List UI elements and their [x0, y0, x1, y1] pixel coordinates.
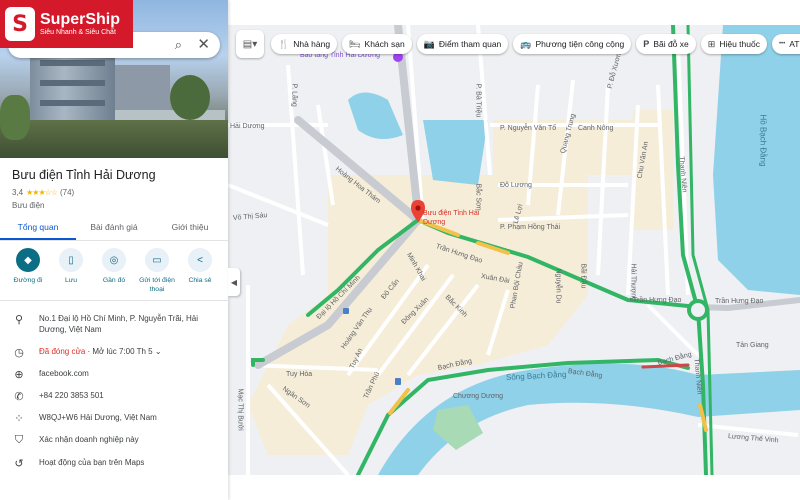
- phone-row[interactable]: ✆ +84 220 3853 501: [0, 390, 228, 404]
- road-label: Trần Hưng Đạo: [633, 297, 682, 304]
- map-canvas[interactable]: Bảo tàng Tỉnh Hải Dương Bưu điện Tỉnh Hả…: [228, 25, 800, 475]
- bed-icon: 🛏: [349, 38, 361, 49]
- road-label: Hải Dương: [230, 123, 265, 130]
- road-label: Bãi Đậu: [579, 263, 587, 289]
- history-icon: ↺: [14, 458, 24, 470]
- address-text: No.1 Đại lộ Hồ Chí Minh, P. Nguyễn Trãi,…: [39, 314, 199, 334]
- star-rating-icon: ★★★☆☆: [26, 188, 58, 197]
- tab-overview[interactable]: Tổng quan: [0, 216, 76, 240]
- road-label: Tản Giang: [736, 342, 769, 349]
- bus-icon: 🚌: [520, 38, 532, 49]
- website-text: facebook.com: [39, 369, 89, 378]
- hours-status: Đã đóng cửa: [39, 347, 86, 356]
- road-label: Hải Thượng: [629, 263, 637, 302]
- road-label: Mạc Thị Bưởi: [236, 388, 244, 431]
- lake-small: [348, 92, 403, 139]
- share-button[interactable]: < Chia sẻ: [180, 248, 220, 294]
- verified-shield-icon: ⛉: [14, 434, 24, 446]
- tab-about[interactable]: Giới thiệu: [152, 216, 228, 240]
- road-label: P. Bà Triệu: [474, 83, 482, 118]
- tab-reviews[interactable]: Bài đánh giá: [76, 216, 152, 240]
- chevron-left-icon: ◀: [230, 277, 238, 287]
- place-panel: ⌕ ✕ Bưu điện Tỉnh Hải Dương 3,4 ★★★☆☆ (7…: [0, 0, 228, 500]
- plus-code-text: W8QJ+W6 Hải Dương, Việt Nam: [39, 413, 157, 422]
- chip-atm[interactable]: •••ATM: [771, 34, 800, 54]
- location-pin-icon: ⚲: [14, 314, 24, 326]
- chip-restaurants[interactable]: 🍴 Nhà hàng: [271, 34, 338, 54]
- chip-attractions[interactable]: 📷 Điểm tham quan: [416, 34, 509, 54]
- rating-row[interactable]: 3,4 ★★★☆☆ (74): [12, 188, 74, 197]
- place-tabs: Tổng quan Bài đánh giá Giới thiệu: [0, 216, 228, 241]
- plus-code-icon: ⁘: [14, 413, 24, 425]
- close-icon[interactable]: ✕: [197, 35, 210, 53]
- address-row[interactable]: ⚲ No.1 Đại lộ Hồ Chí Minh, P. Nguyễn Trã…: [0, 313, 228, 337]
- supership-logo: S SuperShip Siêu Nhanh & Siêu Chất: [0, 0, 133, 48]
- nearby-icon: ◎: [102, 248, 126, 272]
- road-label: Đô Lương: [500, 182, 532, 189]
- nearby-button[interactable]: ◎ Gần đó: [94, 248, 134, 294]
- parking-icon: P: [643, 39, 650, 49]
- phone-text: +84 220 3853 501: [39, 391, 104, 400]
- info-list: ⚲ No.1 Đại lộ Hồ Chí Minh, P. Nguyễn Trã…: [0, 300, 228, 470]
- claim-text: Xác nhận doanh nghiệp này: [39, 435, 139, 444]
- layers-icon: ▤▾: [242, 38, 258, 50]
- lake-center: [423, 120, 488, 185]
- share-icon: <: [188, 248, 212, 272]
- road-label: Chương Dương: [453, 393, 504, 400]
- rating-value: 3,4: [12, 188, 24, 197]
- bookmark-icon: ▯: [59, 248, 83, 272]
- clock-icon: ◷: [14, 347, 24, 359]
- lake-label: Hồ Bạch Đằng: [758, 114, 768, 167]
- road-label: Tuy Hòa: [286, 371, 313, 378]
- website-row[interactable]: ⊕ facebook.com: [0, 368, 228, 382]
- map-graphics: [228, 25, 800, 475]
- send-to-phone-button[interactable]: ▭ Gửi tới điện thoại: [137, 248, 177, 294]
- road-label: Nguyễn Du: [554, 268, 562, 304]
- layers-button[interactable]: ▤▾: [236, 30, 264, 58]
- activity-row[interactable]: ↺ Hoạt động của bạn trên Maps: [0, 457, 228, 471]
- camera-icon: 📷: [423, 38, 435, 49]
- chip-parking[interactable]: P Bãi đỗ xe: [636, 34, 696, 54]
- activity-text: Hoạt động của bạn trên Maps: [39, 458, 145, 467]
- plus-code-row[interactable]: ⁘ W8QJ+W6 Hải Dương, Việt Nam: [0, 412, 228, 426]
- place-category[interactable]: Bưu điện: [12, 201, 45, 210]
- chevron-down-icon: ⌄: [154, 347, 162, 356]
- lake-bach-dang: [713, 25, 800, 295]
- pin-label[interactable]: Bưu điện Tỉnh Hải Dương: [423, 209, 483, 227]
- road-label: Trần Hưng Đạo: [715, 298, 764, 305]
- fork-knife-icon: 🍴: [278, 38, 290, 49]
- road-label: Canh Nông: [578, 125, 614, 132]
- road-label: P. Lãng: [290, 83, 298, 107]
- claim-business-row[interactable]: ⛉ Xác nhận doanh nghiệp này: [0, 434, 228, 448]
- phone-call-icon: ✆: [14, 391, 24, 403]
- road-label: P. Phạm Hồng Thái: [500, 224, 561, 231]
- category-chips: ▤▾ 🍴 Nhà hàng 🛏 Khách sạn 📷 Điểm tham quan …: [236, 29, 800, 59]
- chip-hotels[interactable]: 🛏 Khách sạn: [342, 34, 412, 54]
- chip-pharmacy[interactable]: ⊞ Hiệu thuốc: [700, 34, 767, 54]
- globe-icon: ⊕: [14, 369, 24, 381]
- brand-name: SuperShip: [40, 10, 121, 28]
- action-bar: ◆ Đường đi ▯ Lưu ◎ Gần đó ▭ Gửi tới điện…: [8, 248, 220, 294]
- directions-button[interactable]: ◆ Đường đi: [8, 248, 48, 294]
- directions-icon: ◆: [16, 248, 40, 272]
- chip-transit[interactable]: 🚌 Phương tiện công cộng: [513, 34, 632, 54]
- phone-icon: ▭: [145, 248, 169, 272]
- atm-icon: •••: [778, 41, 786, 47]
- road-label: P. Nguyễn Văn Tố: [500, 125, 557, 132]
- supership-mark-icon: S: [5, 7, 35, 41]
- save-button[interactable]: ▯ Lưu: [51, 248, 91, 294]
- search-icon[interactable]: ⌕: [175, 37, 182, 53]
- place-title: Bưu điện Tỉnh Hải Dương: [12, 168, 156, 182]
- brand-tagline: Siêu Nhanh & Siêu Chất: [40, 28, 116, 36]
- hours-row[interactable]: ◷ Đã đóng cửa · Mở lúc 7:00 Th 5 ⌄: [0, 346, 228, 360]
- collapse-panel-button[interactable]: ◀: [228, 268, 240, 296]
- hours-next: · Mở lúc 7:00 Th 5: [85, 347, 153, 356]
- review-count[interactable]: (74): [60, 188, 74, 197]
- road-label: Bắc Sơn: [474, 183, 482, 211]
- pharmacy-icon: ⊞: [707, 38, 716, 49]
